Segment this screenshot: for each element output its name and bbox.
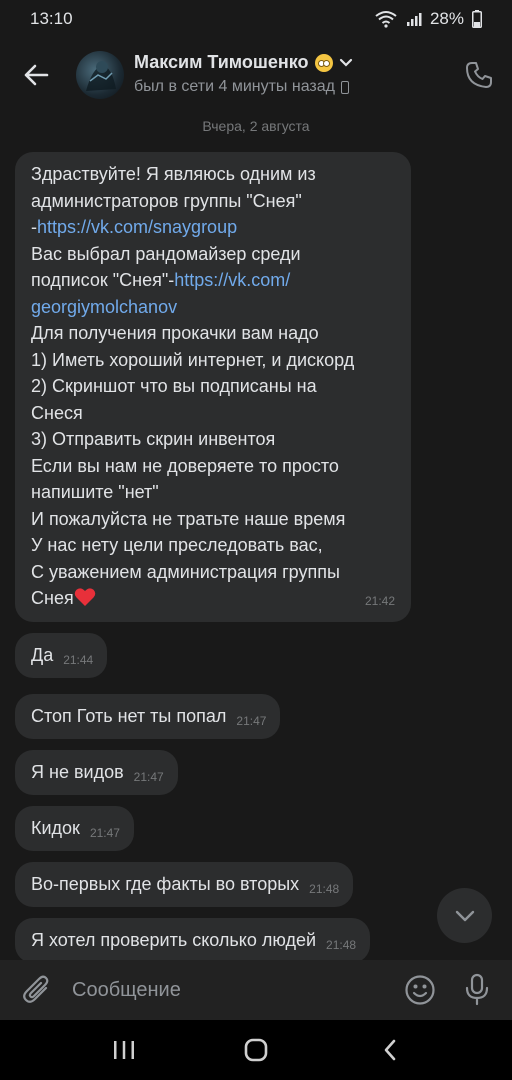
recent-apps-icon[interactable] (108, 1038, 140, 1062)
group-link[interactable]: https://vk.com/snaygroup (37, 217, 237, 237)
message-time: 21:47 (133, 770, 164, 785)
battery-level: 28% (429, 9, 464, 28)
status-time: 13:10 (30, 9, 73, 28)
contact-info[interactable]: Максим Тимошенко был в сети 4 минуты наз… (134, 52, 353, 96)
message-line: Снеся (31, 402, 83, 423)
message-bubble[interactable]: Я не видов 21:47 (15, 750, 178, 795)
battery-icon (472, 10, 482, 28)
message-line: Вас выбрал рандомайзер среди (31, 243, 301, 264)
message-line: 2) Скриншот что вы подписаны на (31, 376, 317, 396)
date-separator: Вчера, 2 августа (202, 118, 310, 134)
status-icons: 28% (374, 9, 482, 29)
message-bubble[interactable]: Стоп Готь нет ты попал 21:47 (15, 694, 281, 739)
profile-link[interactable]: https://vk.com/ (174, 270, 290, 290)
smile-icon[interactable] (403, 973, 437, 1007)
scroll-down-button[interactable] (437, 888, 492, 943)
home-icon[interactable] (240, 1036, 272, 1064)
message-bubble[interactable]: Кидок 21:47 (15, 806, 134, 851)
message-text: Стоп Готь нет ты попал (31, 706, 227, 727)
message-text: Да (31, 645, 54, 666)
call-icon[interactable] (462, 58, 496, 92)
emoji-icon (314, 53, 333, 72)
heart-icon (74, 588, 95, 606)
system-nav-bar (0, 1020, 512, 1080)
chevron-down-icon[interactable] (339, 52, 353, 73)
message-line: Если вы нам не доверяете то просто (31, 455, 339, 476)
message-line: У нас нету цели преследовать вас, (31, 535, 323, 555)
signal-icon (406, 11, 422, 27)
message-time: 21:47 (236, 714, 267, 729)
chevron-down-icon (455, 910, 474, 921)
message-time: 21:48 (309, 882, 340, 897)
message-line: Для получения прокачки вам надо (31, 323, 319, 343)
message-time: 21:48 (326, 938, 357, 953)
message-line: Снея (31, 585, 401, 612)
avatar[interactable] (76, 51, 124, 99)
message-bubble[interactable]: Во-первых где факты во вторых 21:48 (15, 862, 354, 907)
microphone-icon[interactable] (460, 972, 494, 1008)
profile-link-cont[interactable]: georgiymolchanov (31, 297, 177, 317)
message-line: напишите "нет" (31, 482, 159, 502)
paperclip-icon[interactable] (20, 973, 54, 1007)
message-line: С уважением администрация группы (31, 561, 340, 582)
message-time: 21:42 (364, 593, 395, 608)
message-bubble[interactable]: Да 21:44 (15, 633, 108, 678)
message-bubble-long[interactable]: Здраствуйте! Я являюсь одним из админист… (15, 152, 411, 622)
message-text: Во-первых где факты во вторых (31, 874, 300, 895)
message-bubble[interactable]: Я хотел проверить сколько людей 21:48 (15, 918, 371, 963)
chat-header: Максим Тимошенко был в сети 4 минуты наз… (0, 38, 512, 112)
message-line: администраторов группы "Снея" (31, 190, 302, 211)
message-composer (0, 960, 512, 1020)
message-line: -https://vk.com/snaygroup (31, 217, 238, 237)
nav-back-icon[interactable] (374, 1036, 406, 1064)
phone-status-icon (340, 80, 349, 94)
message-line: Здраствуйте! Я являюсь одним из (31, 164, 316, 184)
contact-name: Максим Тимошенко (134, 52, 309, 72)
message-line: подписок "Снея"-https://vk.com/ (31, 270, 291, 290)
message-text: Я хотел проверить сколько людей (31, 930, 317, 951)
message-time: 21:44 (63, 653, 94, 668)
last-seen: был в сети 4 минуты назад (134, 78, 335, 95)
message-line: 3) Отправить скрин инвентоя (31, 429, 276, 449)
back-arrow-icon[interactable] (18, 58, 54, 92)
message-text: Кидок (31, 818, 80, 839)
status-bar: 13:10 28% (0, 0, 512, 38)
message-line: georgiymolchanov (31, 294, 401, 321)
message-text: Я не видов (31, 762, 124, 783)
message-time: 21:47 (89, 826, 120, 841)
message-line: 1) Иметь хороший интернет, и дискорд (31, 349, 355, 370)
message-line: И пожалуйста не тратьте наше время (31, 508, 346, 529)
wifi-icon (374, 10, 398, 28)
message-input[interactable] (72, 975, 372, 1005)
